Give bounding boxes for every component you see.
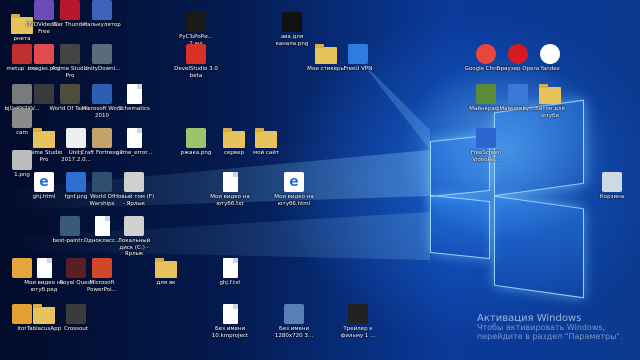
minecraft-icon (476, 84, 496, 104)
desktop-icon[interactable]: Schematics (112, 84, 156, 113)
drive-shortcut-icon (124, 216, 144, 236)
world-of-tanks-icon (60, 84, 80, 104)
opera-icon (508, 44, 528, 64)
desktop-icon[interactable]: Yandex (528, 44, 572, 73)
desktop-icon-label: UnityDownl... (83, 66, 121, 72)
windows-logo-pane-bottom-left (430, 194, 490, 260)
desktop-icon[interactable]: Мои видео на ютуб6.txt (208, 172, 252, 207)
drive-shortcut-icon (124, 172, 144, 192)
yandex-icon (540, 44, 560, 64)
desktop-icon-label: FreeU VPN (343, 66, 373, 72)
text-file-icon (36, 258, 52, 278)
text-file-icon (222, 258, 238, 278)
desktop-icon-label: Yandex (540, 66, 560, 72)
desktop-icon-label: Батон для ютуба (535, 106, 565, 119)
text-file-icon (94, 216, 110, 236)
desktop-icon[interactable]: FreeScreen VideoRe... (464, 128, 508, 163)
image-png-icon (186, 128, 206, 148)
text-file-icon (222, 172, 238, 192)
desktop-icon-label: Microsoft PowerPoi... (87, 280, 117, 293)
text-file-icon (126, 128, 142, 148)
desktop-icon[interactable]: game_error... (112, 128, 156, 157)
video-file-icon (348, 304, 368, 324)
desktop-icon-label: game_error... (115, 150, 153, 156)
html-file-icon: e (284, 172, 304, 192)
desktop-icon[interactable]: мой сайт (244, 128, 288, 157)
desktop-icon-label: Schematics (118, 106, 150, 112)
desktop-icon-label: Трейлер к фильму 1 ... (340, 326, 376, 339)
desktop-icon[interactable]: e Мои видео на ютуб6.html (272, 172, 316, 207)
folder-icon (33, 304, 55, 324)
desktop-icon-label: Калькулятор (83, 22, 121, 28)
desktop-icon-label: FreeScreen VideoRe... (470, 150, 502, 163)
vpn-icon (348, 44, 368, 64)
desktop-icon-label: Новый том (F) - Ярлык (113, 194, 155, 207)
folder-icon (33, 128, 55, 148)
image-png-icon (12, 150, 32, 170)
calculator-icon (92, 0, 112, 20)
desktop-icon[interactable]: ава для канала.png (270, 12, 314, 47)
activation-subtitle: Чтобы активировать Windows, перейдите в … (477, 323, 623, 341)
activation-title: Активация Windows (477, 313, 582, 324)
desktop-icon-label: Локальный диск (C:) - Ярлык (117, 238, 151, 257)
desktop-icon-label: для як (156, 280, 176, 286)
desktop-icon[interactable]: Трейлер к фильму 1 ... (336, 304, 380, 339)
project-file-icon (222, 304, 238, 324)
desktop-icon-label: Без имени 1280x720 3... (274, 326, 314, 339)
desktop-icon-label: Корзина (599, 194, 625, 200)
malwarebytes-icon (508, 84, 528, 104)
folder-icon (223, 128, 245, 148)
desktop-icon[interactable]: Локальный диск (C:) - Ярлык (112, 216, 156, 258)
desktop-icon[interactable]: Корзина (590, 172, 634, 201)
schematics-icon (126, 84, 142, 104)
desktop-icon-label: рнета (13, 36, 31, 42)
recycle-bin-icon (602, 172, 622, 192)
desktop-icon[interactable]: DevelStudio 3.0 beta (174, 44, 218, 79)
desktop-icon-label: мой сайт (252, 150, 279, 156)
desktop-icon[interactable]: Без имени 10.kmproject (208, 304, 252, 339)
desktop-icon-label: Crossout (63, 326, 89, 332)
unity-download-icon (92, 44, 112, 64)
desktop-icon-label: DevelStudio 3.0 beta (174, 66, 218, 79)
html-file-icon: e (34, 172, 54, 192)
desktop-icon[interactable]: FreeU VPN (336, 44, 380, 73)
desktop-icon[interactable]: UnityDownl... (80, 44, 124, 73)
image-file-icon (60, 216, 80, 236)
war-thunder-icon (60, 0, 80, 20)
video-file-icon (186, 12, 206, 32)
desktop-icon-label: Мои видео на ютуб6.html (274, 194, 314, 207)
world-of-warships-icon (92, 172, 112, 192)
desktop-icon-label: ghj.f.txt (219, 280, 241, 286)
chrome-icon (476, 44, 496, 64)
folder-icon (255, 128, 277, 148)
word-icon (92, 84, 112, 104)
camera-icon (12, 108, 32, 128)
folder-icon (155, 258, 177, 278)
folder-icon (315, 44, 337, 64)
desktop-icon[interactable]: Калькулятор (80, 0, 124, 29)
anime-studio-icon (60, 44, 80, 64)
screen-recorder-icon (476, 128, 496, 148)
craft-fortress-icon (92, 128, 112, 148)
desktop-icon[interactable]: ghj.f.txt (208, 258, 252, 287)
powerpoint-icon (92, 258, 112, 278)
desktop-icon[interactable]: Без имени 1280x720 3... (272, 304, 316, 339)
desktop-icon[interactable]: для як (144, 258, 188, 287)
desktop-icon[interactable]: Microsoft PowerPoi... (80, 258, 124, 293)
windows-logo-pane-bottom-right (494, 195, 584, 299)
desktop-icon-label: Мои видео на ютуб6.txt (210, 194, 250, 207)
desktop-icon[interactable]: Crossout (54, 304, 98, 333)
desktop-icon[interactable]: Батон для ютуба (528, 84, 572, 119)
desktop-icon[interactable]: РуСЪРоРи... 2.avi (174, 12, 218, 47)
crossout-icon (66, 304, 86, 324)
windows-activation-watermark: Активация Windows Чтобы активировать Win… (477, 313, 637, 342)
develstudio-icon (186, 44, 206, 64)
video-file-icon (284, 304, 304, 324)
desktop-icon-label: Без имени 10.kmproject (211, 326, 249, 339)
image-file-icon (282, 12, 302, 32)
desktop-icon[interactable]: Новый том (F) - Ярлык (112, 172, 156, 207)
folder-icon (539, 84, 561, 104)
